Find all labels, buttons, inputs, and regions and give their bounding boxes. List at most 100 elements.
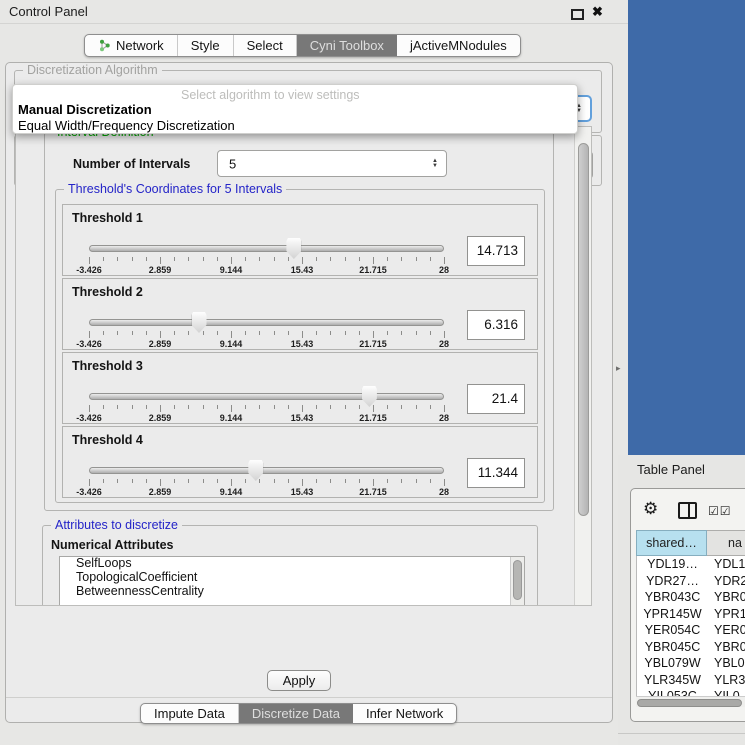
slider-tick xyxy=(302,405,303,412)
table-cell: YBL079W xyxy=(637,655,708,672)
settings-scrollbar[interactable] xyxy=(574,127,591,605)
select-columns-checkboxes-icon[interactable]: ☑☑ xyxy=(708,504,732,518)
table-row[interactable]: YBR043CYBR0 xyxy=(637,589,745,606)
threshold-value-field[interactable]: 21.4 xyxy=(467,384,525,414)
column-header-1[interactable]: shared… xyxy=(636,530,707,556)
slider-tick xyxy=(330,479,331,483)
table-row[interactable]: YPR145WYPR1 xyxy=(637,606,745,623)
table-settings-gear-icon[interactable]: ⚙ xyxy=(643,499,658,519)
slider-tick xyxy=(430,331,431,335)
table-row[interactable]: YDR27…YDR2 xyxy=(637,573,745,590)
float-window-icon[interactable] xyxy=(571,9,584,20)
numerical-attributes-label: Numerical Attributes xyxy=(51,538,173,552)
table-cell: YLR345W xyxy=(637,672,708,689)
threshold-value-field[interactable]: 14.713 xyxy=(467,236,525,266)
threshold-value-field[interactable]: 6.316 xyxy=(467,310,525,340)
slider-tick xyxy=(259,331,260,335)
slider-tick xyxy=(387,479,388,483)
table-row[interactable]: YIL053CYIL0 xyxy=(637,688,745,696)
algorithm-option-2[interactable]: Equal Width/Frequency Discretization xyxy=(18,118,235,133)
tab-impute-data[interactable]: Impute Data xyxy=(141,704,239,723)
threshold-slider-thumb[interactable] xyxy=(248,460,263,481)
slider-tick xyxy=(387,331,388,335)
slider-tick xyxy=(174,257,175,261)
table-horizontal-scrollbar[interactable] xyxy=(636,696,745,707)
number-of-intervals-label: Number of Intervals xyxy=(73,157,190,171)
tab-label: Discretize Data xyxy=(252,706,340,721)
slider-tick xyxy=(316,331,317,335)
slider-tick-label: 9.144 xyxy=(220,339,243,349)
slider-tick xyxy=(160,331,161,338)
slider-tick xyxy=(188,257,189,261)
tab-label: jActiveMNodules xyxy=(410,38,507,53)
slider-tick xyxy=(160,479,161,486)
slider-tick xyxy=(89,405,90,412)
table-cell: YPR1 xyxy=(708,606,745,623)
splitter-collapse-icon[interactable]: ▸ xyxy=(616,363,621,374)
slider-tick-label: -3.426 xyxy=(76,339,102,349)
slider-tick xyxy=(288,331,289,335)
table-row[interactable]: YBL079WYBL0 xyxy=(637,655,745,672)
slider-tick xyxy=(259,257,260,261)
number-of-intervals-combo[interactable]: 5 ▲▼ xyxy=(217,150,447,177)
column-header-2[interactable]: na xyxy=(707,530,745,556)
slider-tick xyxy=(274,405,275,409)
threshold-panel-4: Threshold 4-3.4262.8599.14415.4321.71528… xyxy=(62,426,538,498)
close-window-icon[interactable]: ✖ xyxy=(592,4,603,20)
slider-tick xyxy=(359,479,360,483)
threshold-slider-track[interactable] xyxy=(89,245,444,252)
table-cell: YDL19… xyxy=(637,556,708,573)
attribute-item-betweennesscentrality[interactable]: BetweennessCentrality xyxy=(60,585,524,599)
table-scrollbar-thumb[interactable] xyxy=(637,699,742,707)
control-panel-title: Control Panel xyxy=(9,4,88,19)
slider-tick-label: 15.43 xyxy=(291,413,314,423)
threshold-slider-thumb[interactable] xyxy=(286,238,301,259)
tab-label: Style xyxy=(191,38,220,53)
apply-button[interactable]: Apply xyxy=(267,670,331,691)
threshold-slider-thumb[interactable] xyxy=(362,386,377,407)
slider-tick-label: 15.43 xyxy=(291,339,314,349)
number-of-intervals-value: 5 xyxy=(229,156,236,171)
slider-tick xyxy=(316,479,317,483)
tab-label: Cyni Toolbox xyxy=(310,38,384,53)
slider-tick xyxy=(245,405,246,409)
settings-scroll-pane: Interval Definition Number of Intervals … xyxy=(15,126,592,606)
slider-tick-label: 9.144 xyxy=(220,487,243,497)
attribute-item-topologicalcoefficient[interactable]: TopologicalCoefficient xyxy=(60,571,524,585)
slider-tick xyxy=(373,405,374,412)
threshold-slider-track[interactable] xyxy=(89,467,444,474)
slider-tick xyxy=(117,257,118,261)
threshold-slider-thumb[interactable] xyxy=(192,312,207,333)
tab-discretize-data[interactable]: Discretize Data xyxy=(239,704,353,723)
tab-infer-network[interactable]: Infer Network xyxy=(353,704,456,723)
slider-tick xyxy=(345,257,346,261)
attribute-item-selfloops[interactable]: SelfLoops xyxy=(60,557,524,571)
slider-tick xyxy=(160,405,161,412)
slider-tick xyxy=(302,257,303,264)
settings-scrollbar-thumb[interactable] xyxy=(578,143,589,516)
tab-cyni-toolbox[interactable]: Cyni Toolbox xyxy=(297,35,397,56)
slider-tick xyxy=(316,257,317,261)
slider-tick xyxy=(401,405,402,409)
tab-network[interactable]: Network xyxy=(85,35,178,56)
algorithm-option-1[interactable]: Manual Discretization xyxy=(18,102,152,117)
table-row[interactable]: YLR345WYLR3 xyxy=(637,672,745,689)
slider-tick xyxy=(117,331,118,335)
threshold-slider-track[interactable] xyxy=(89,319,444,326)
tab-label: Network xyxy=(116,38,164,53)
tab-jactivemnodules[interactable]: jActiveMNodules xyxy=(397,35,520,56)
table-row[interactable]: YDL19…YDL1 xyxy=(637,556,745,573)
attributes-list-scrollbar[interactable] xyxy=(510,557,524,606)
table-cell: YBR043C xyxy=(637,589,708,606)
slider-tick-label: 21.715 xyxy=(359,487,387,497)
table-row[interactable]: YBR045CYBR0 xyxy=(637,639,745,656)
threshold-value-field[interactable]: 11.344 xyxy=(467,458,525,488)
slider-tick xyxy=(288,405,289,409)
column-layout-icon[interactable] xyxy=(678,502,697,519)
table-row[interactable]: YER054CYER0 xyxy=(637,622,745,639)
threshold-slider-track[interactable] xyxy=(89,393,444,400)
tab-style[interactable]: Style xyxy=(178,35,234,56)
slider-tick-label: 21.715 xyxy=(359,265,387,275)
tab-select[interactable]: Select xyxy=(234,35,297,56)
attributes-scrollbar-thumb[interactable] xyxy=(513,560,522,600)
